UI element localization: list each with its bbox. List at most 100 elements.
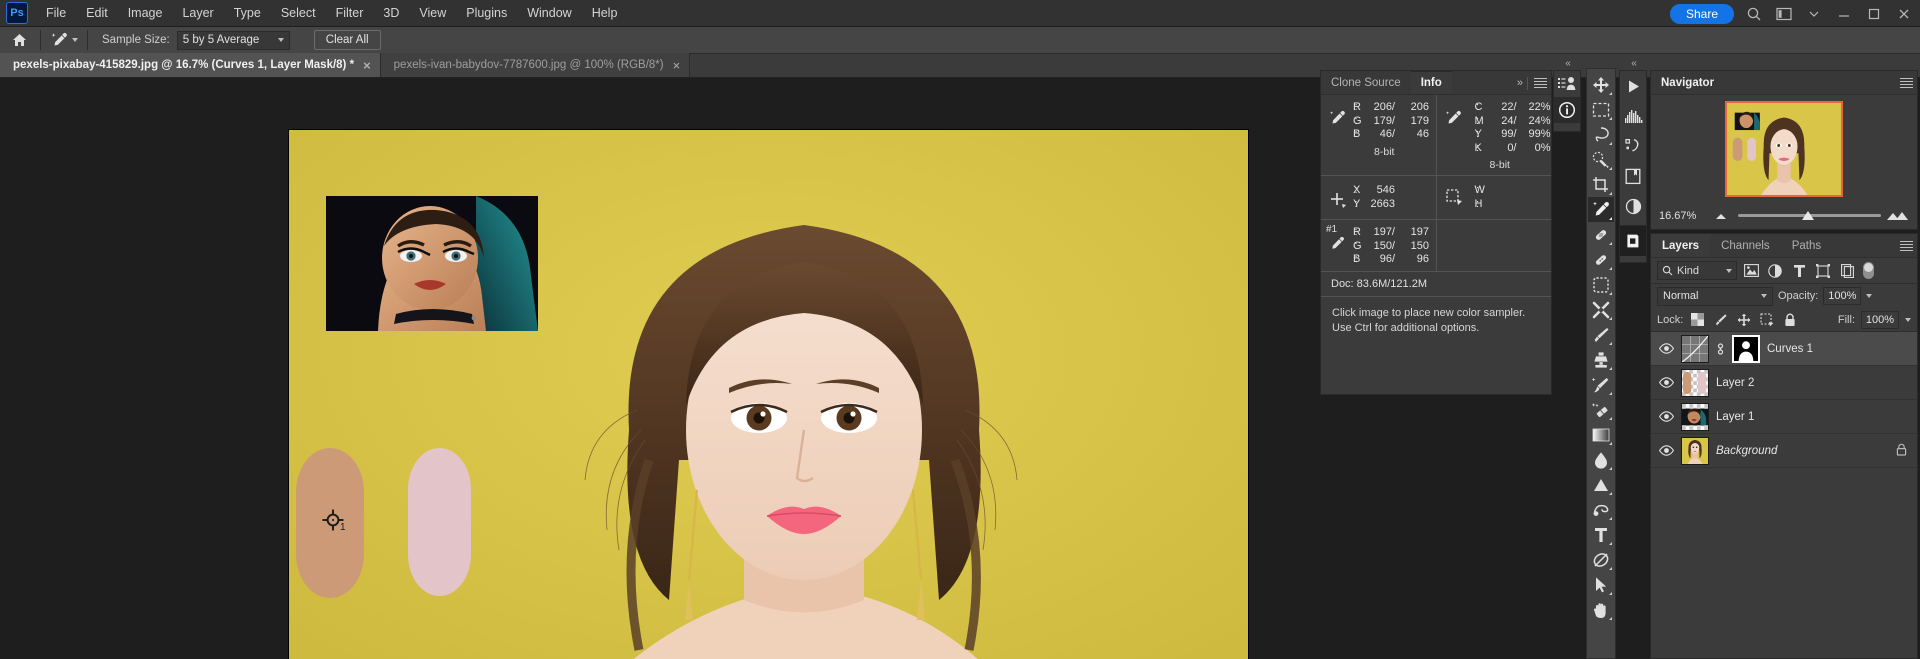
menu-item-help[interactable]: Help — [582, 0, 628, 27]
hand-tool[interactable] — [1588, 597, 1614, 622]
filter-kind-select[interactable]: Kind — [1657, 261, 1737, 280]
layer-row-background[interactable]: Background — [1651, 434, 1917, 468]
type-filter-icon[interactable] — [1789, 261, 1809, 281]
shape-filter-icon[interactable] — [1813, 261, 1833, 281]
menu-item-edit[interactable]: Edit — [76, 0, 118, 27]
zoom-slider[interactable] — [1710, 209, 1909, 223]
tab-clone-source[interactable]: Clone Source — [1321, 71, 1411, 94]
filter-toggle[interactable] — [1863, 262, 1874, 279]
collapse-dock-icon[interactable]: « — [1553, 58, 1581, 69]
opacity-chevron-down-icon[interactable] — [1866, 294, 1873, 298]
path-selection-tool[interactable] — [1588, 572, 1614, 597]
navigator-thumbnail-wrap[interactable] — [1651, 95, 1917, 203]
eyedropper-tool[interactable] — [1588, 197, 1614, 222]
layer-row-curves-1[interactable]: Curves 1 — [1651, 332, 1917, 366]
fill-chevron-down-icon[interactable] — [1905, 317, 1911, 322]
share-button[interactable]: Share — [1669, 3, 1734, 24]
close-tab-icon[interactable]: × — [363, 59, 371, 72]
layer-visibility-eye-icon[interactable] — [1658, 375, 1674, 391]
eraser-tool[interactable] — [1588, 397, 1614, 422]
tab-paths[interactable]: Paths — [1781, 234, 1832, 257]
clone-stamp-tool[interactable] — [1588, 347, 1614, 372]
menu-item-3d[interactable]: 3D — [373, 0, 409, 27]
zoom-slider-knob[interactable] — [1801, 211, 1814, 220]
menu-item-image[interactable]: Image — [118, 0, 173, 27]
chevron-down-icon[interactable] — [1804, 4, 1824, 24]
layer-name[interactable]: Background — [1716, 445, 1889, 457]
clear-all-button[interactable]: Clear All — [313, 30, 381, 50]
search-icon[interactable] — [1744, 4, 1764, 24]
panel-menu-icon[interactable] — [1900, 76, 1913, 90]
minimize-icon[interactable] — [1834, 4, 1854, 24]
crop-tool[interactable] — [1588, 172, 1614, 197]
info-icon[interactable] — [1554, 97, 1580, 123]
brush-tool[interactable] — [1588, 322, 1614, 347]
lock-transparent-icon[interactable] — [1689, 311, 1706, 328]
panel-menu-icon[interactable] — [1534, 76, 1547, 90]
patch-tool[interactable] — [1588, 247, 1614, 272]
layer-thumbnail[interactable] — [1681, 368, 1709, 397]
rectangular-marquee-tool[interactable] — [1588, 97, 1614, 122]
layer-row-layer-2[interactable]: Layer 2 — [1651, 366, 1917, 400]
zoom-in-icon[interactable] — [1885, 211, 1909, 221]
layer-name[interactable]: Layer 1 — [1716, 411, 1910, 423]
library-icon[interactable] — [1620, 161, 1646, 191]
lasso-tool[interactable] — [1588, 122, 1614, 147]
fill-value[interactable]: 100% — [1861, 310, 1899, 329]
actions-icon[interactable] — [1620, 131, 1646, 161]
menu-item-filter[interactable]: Filter — [326, 0, 374, 27]
panel-menu-icon[interactable] — [1900, 239, 1913, 253]
collapse-right-dock-icon[interactable]: « — [1619, 58, 1647, 69]
type-tool[interactable] — [1588, 522, 1614, 547]
document-tab-0[interactable]: pexels-pixabay-415829.jpg @ 16.7% (Curve… — [0, 53, 381, 77]
close-tab-icon[interactable]: × — [673, 59, 681, 72]
zoom-out-icon[interactable] — [1712, 211, 1730, 221]
spot-healing-brush-tool[interactable] — [1588, 222, 1614, 247]
artboard[interactable]: 1 — [289, 130, 1248, 659]
layer-name[interactable]: Curves 1 — [1767, 343, 1910, 355]
properties-icon[interactable] — [1620, 226, 1646, 256]
curves-adjustment-icon[interactable] — [1681, 334, 1709, 363]
lock-artboard-icon[interactable] — [1758, 311, 1775, 328]
close-icon[interactable] — [1894, 4, 1914, 24]
menu-item-plugins[interactable]: Plugins — [456, 0, 517, 27]
move-tool[interactable] — [1588, 72, 1614, 97]
opacity-value[interactable]: 100% — [1823, 287, 1862, 305]
layer-thumbnail[interactable] — [1681, 436, 1709, 465]
clone-scissors-tool[interactable] — [1588, 297, 1614, 322]
ellipse-tool[interactable] — [1588, 547, 1614, 572]
menu-item-layer[interactable]: Layer — [172, 0, 223, 27]
smartobject-filter-icon[interactable] — [1837, 261, 1857, 281]
adjustment-filter-icon[interactable] — [1765, 261, 1785, 281]
workspace-icon[interactable] — [1774, 4, 1794, 24]
menu-item-select[interactable]: Select — [271, 0, 326, 27]
navigator-thumbnail[interactable] — [1725, 101, 1843, 197]
maximize-icon[interactable] — [1864, 4, 1884, 24]
layer-visibility-eye-icon[interactable] — [1658, 443, 1674, 459]
adjustments-icon[interactable] — [1620, 191, 1646, 221]
gradient-tool[interactable] — [1588, 422, 1614, 447]
lock-all-icon[interactable] — [1781, 311, 1798, 328]
blur-tool[interactable] — [1588, 447, 1614, 472]
layer-thumbnail[interactable] — [1681, 402, 1709, 431]
layer-visibility-eye-icon[interactable] — [1658, 341, 1674, 357]
tab-layers[interactable]: Layers — [1651, 234, 1711, 257]
document-tab-1[interactable]: pexels-ivan-babydov-7787600.jpg @ 100% (… — [380, 53, 691, 77]
menu-item-window[interactable]: Window — [517, 0, 581, 27]
layer-mask-thumbnail[interactable] — [1732, 334, 1760, 363]
pen-tool[interactable] — [1588, 497, 1614, 522]
history-brush-tool[interactable] — [1588, 372, 1614, 397]
quick-selection-tool[interactable] — [1588, 147, 1614, 172]
expand-panels-icon[interactable]: » — [1517, 77, 1523, 89]
histogram-icon[interactable] — [1620, 101, 1646, 131]
active-tool-eyedropper-icon[interactable] — [47, 28, 81, 52]
layer-row-layer-1[interactable]: Layer 1 — [1651, 400, 1917, 434]
lock-image-icon[interactable] — [1712, 311, 1729, 328]
menu-item-view[interactable]: View — [409, 0, 456, 27]
layer-name[interactable]: Layer 2 — [1716, 377, 1910, 389]
object-selection-tool[interactable] — [1588, 272, 1614, 297]
menu-item-file[interactable]: File — [36, 0, 76, 27]
tab-info[interactable]: Info — [1410, 71, 1452, 94]
inset-photo-layer-1[interactable] — [326, 196, 538, 331]
play-icon[interactable] — [1620, 71, 1646, 101]
